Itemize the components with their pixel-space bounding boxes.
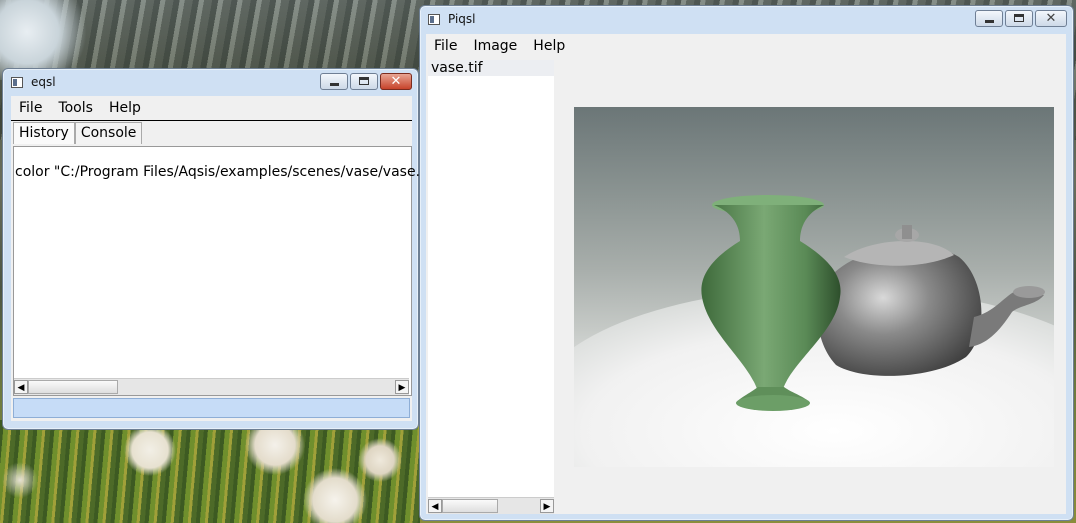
window-controls: ✕ — [975, 10, 1067, 27]
minimize-icon — [330, 83, 339, 86]
eqsl-window[interactable]: eqsl ✕ File Tools Help History Console c… — [2, 68, 445, 430]
piqsl-title: Piqsl — [448, 12, 476, 26]
minimize-icon — [985, 20, 994, 23]
eqsl-titlebar[interactable]: eqsl ✕ — [3, 69, 418, 95]
history-horizontal-scrollbar[interactable]: ◀ ▶ — [14, 378, 409, 395]
eqsl-menubar: File Tools Help — [11, 96, 412, 121]
window-controls: ✕ — [320, 73, 412, 90]
minimize-button[interactable] — [320, 73, 348, 90]
maximize-button[interactable] — [1005, 10, 1033, 27]
app-window-icon — [11, 76, 23, 88]
wallpaper-flowers — [0, 420, 420, 523]
menu-file[interactable]: File — [426, 38, 465, 54]
history-item[interactable]: color "C:/Program Files/Aqsis/examples/s… — [15, 164, 445, 180]
scroll-right-arrow-icon[interactable]: ▶ — [395, 380, 409, 394]
scroll-thumb[interactable] — [28, 380, 118, 394]
scroll-track[interactable] — [118, 380, 395, 394]
scroll-left-arrow-icon[interactable]: ◀ — [428, 499, 442, 513]
scroll-track[interactable] — [498, 499, 540, 513]
piqsl-titlebar[interactable]: Piqsl ✕ — [420, 6, 1073, 32]
maximize-icon — [359, 77, 369, 85]
eqsl-client-area: File Tools Help History Console color "C… — [11, 96, 445, 421]
close-icon: ✕ — [390, 74, 402, 89]
image-file-list[interactable]: vase.tif ◀ ▶ — [428, 60, 554, 514]
menu-tools[interactable]: Tools — [50, 100, 101, 116]
piqsl-window[interactable]: Piqsl ✕ File Image Help vase.tif ◀ ▶ — [419, 5, 1074, 521]
menu-help[interactable]: Help — [101, 100, 149, 116]
maximize-button[interactable] — [350, 73, 378, 90]
eqsl-title: eqsl — [31, 75, 56, 89]
rendered-image — [574, 195, 1054, 467]
scroll-thumb[interactable] — [442, 499, 498, 513]
menu-image[interactable]: Image — [465, 38, 525, 54]
close-button[interactable]: ✕ — [1035, 10, 1067, 27]
file-list-item[interactable]: vase.tif — [428, 60, 554, 76]
scroll-right-arrow-icon[interactable]: ▶ — [540, 499, 554, 513]
menu-help[interactable]: Help — [525, 38, 573, 54]
command-input[interactable] — [13, 398, 410, 418]
maximize-icon — [1014, 14, 1024, 22]
rendered-image-viewer[interactable] — [574, 107, 1054, 467]
piqsl-menubar: File Image Help — [426, 34, 1066, 58]
file-list-horizontal-scrollbar[interactable]: ◀ ▶ — [428, 497, 554, 514]
tab-history[interactable]: History — [13, 122, 75, 144]
piqsl-client-area: File Image Help vase.tif ◀ ▶ — [426, 34, 1066, 514]
history-list[interactable]: color "C:/Program Files/Aqsis/examples/s… — [13, 146, 445, 396]
app-window-icon — [428, 13, 440, 25]
close-icon: ✕ — [1045, 11, 1057, 26]
eqsl-tabs: History Console — [13, 122, 143, 144]
close-button[interactable]: ✕ — [380, 73, 412, 90]
tab-console[interactable]: Console — [74, 122, 143, 144]
minimize-button[interactable] — [975, 10, 1003, 27]
menu-file[interactable]: File — [11, 100, 50, 116]
scroll-left-arrow-icon[interactable]: ◀ — [14, 380, 28, 394]
